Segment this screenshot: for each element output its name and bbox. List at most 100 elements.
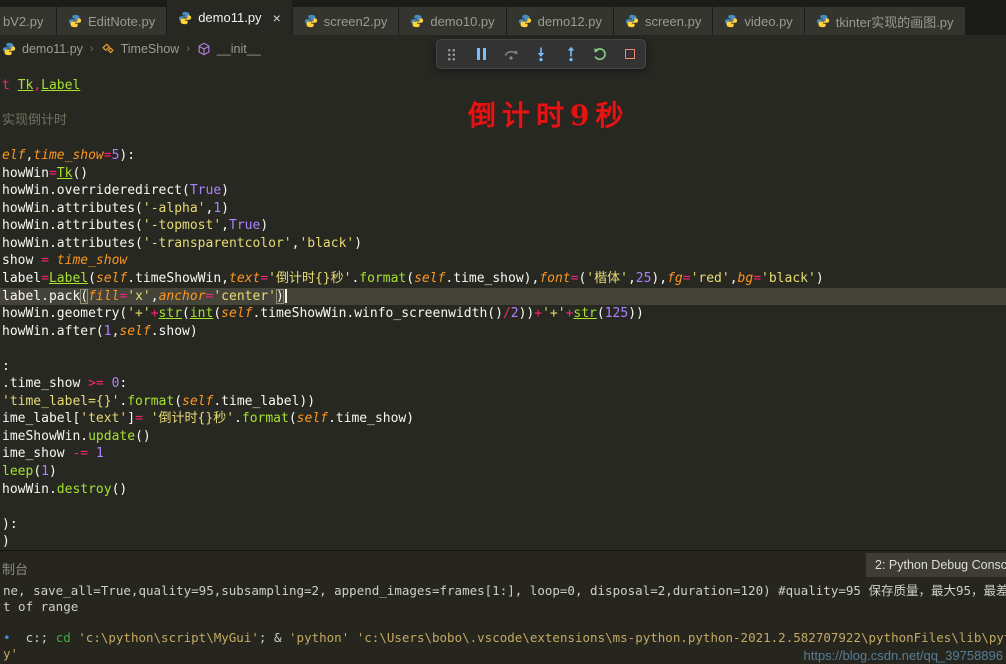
code-token: ) bbox=[2, 534, 10, 549]
breadcrumb-file[interactable]: demo11.py bbox=[22, 42, 83, 56]
code-token: time_show bbox=[33, 148, 103, 163]
code-token: ( bbox=[406, 271, 414, 286]
code-line[interactable]: howWin.destroy() bbox=[0, 481, 1006, 499]
code-token: .time_show bbox=[2, 376, 88, 391]
code-token: fg bbox=[667, 271, 683, 286]
pause-button[interactable] bbox=[470, 42, 494, 66]
code-line[interactable]: : bbox=[0, 358, 1006, 376]
code-token: Tk bbox=[18, 78, 34, 93]
code-token: 1 bbox=[96, 446, 104, 461]
code-line[interactable]: imeShowWin.update() bbox=[0, 428, 1006, 446]
tab[interactable]: EditNote.py bbox=[57, 7, 166, 35]
code-token: y' bbox=[3, 646, 18, 661]
code-line[interactable]: howWin.geometry('+'+str(int(self.timeSho… bbox=[0, 305, 1006, 323]
step-out-icon bbox=[563, 46, 579, 62]
code-line[interactable]: t Tk,Label bbox=[0, 77, 1006, 95]
code-token: format bbox=[359, 271, 406, 286]
code-token: ( bbox=[213, 306, 221, 321]
tab[interactable]: demo12.py bbox=[507, 7, 613, 35]
code-line[interactable]: elf,time_show=5): bbox=[0, 147, 1006, 165]
step-over-button[interactable] bbox=[499, 42, 523, 66]
code-token: ), bbox=[651, 271, 667, 286]
stop-button[interactable] bbox=[618, 42, 642, 66]
code-line[interactable]: ime_label['text']= '倒计时{}秒'.format(self.… bbox=[0, 410, 1006, 428]
tab-label: screen2.py bbox=[324, 14, 388, 29]
tab[interactable]: demo10.py bbox=[399, 7, 505, 35]
tab-label: demo12.py bbox=[538, 14, 602, 29]
code-token: ) bbox=[260, 218, 268, 233]
code-token: ; bbox=[259, 630, 274, 645]
code-token: ) bbox=[221, 183, 229, 198]
tab[interactable]: screen.py bbox=[614, 7, 712, 35]
code-line[interactable]: howWin.attributes('-transparentcolor','b… bbox=[0, 235, 1006, 253]
code-line[interactable]: ime_show -= 1 bbox=[0, 445, 1006, 463]
code-token: '-topmost' bbox=[143, 218, 221, 233]
code-line[interactable]: 'time_label={}'.format(self.time_label)) bbox=[0, 393, 1006, 411]
python-file-icon bbox=[2, 42, 16, 56]
code-line[interactable]: howWin.attributes('-alpha',1) bbox=[0, 200, 1006, 218]
code-token: '倒计时{}秒' bbox=[151, 411, 234, 426]
method-icon bbox=[197, 42, 211, 56]
code-token: ( bbox=[80, 289, 88, 304]
tab[interactable]: video.py bbox=[713, 7, 803, 35]
breadcrumb-class[interactable]: TimeShow bbox=[121, 42, 180, 56]
breadcrumb-method[interactable]: __init__ bbox=[217, 42, 261, 56]
code-token: self bbox=[182, 394, 213, 409]
code-token: + bbox=[534, 306, 542, 321]
code-token: fill bbox=[88, 289, 119, 304]
code-token: howWin bbox=[2, 166, 49, 181]
code-token: ) bbox=[276, 289, 284, 304]
code-token: t bbox=[2, 78, 18, 93]
code-token: )) bbox=[628, 306, 644, 321]
code-token: 'black' bbox=[299, 236, 354, 251]
tab-label: video.py bbox=[744, 14, 792, 29]
class-icon bbox=[101, 42, 115, 56]
code-token: & bbox=[274, 630, 289, 645]
code-line[interactable]: label=Label(self.timeShowWin,text='倒计时{}… bbox=[0, 270, 1006, 288]
tab[interactable]: tkinter实现的画图.py bbox=[805, 7, 965, 35]
code-token: str bbox=[573, 306, 596, 321]
code-line[interactable]: ): bbox=[0, 516, 1006, 534]
code-token: anchor bbox=[159, 289, 206, 304]
code-line[interactable]: leep(1) bbox=[0, 463, 1006, 481]
code-line[interactable] bbox=[0, 340, 1006, 358]
code-token: 'c:\python\script\MyGui' bbox=[78, 630, 259, 645]
console-selector-dropdown[interactable]: 2: Python Debug Consc bbox=[866, 553, 1006, 577]
code-token: ): bbox=[2, 517, 18, 532]
code-line[interactable]: .time_show >= 0: bbox=[0, 375, 1006, 393]
countdown-overlay-text: 倒计时9秒 bbox=[468, 94, 629, 134]
code-line[interactable] bbox=[0, 498, 1006, 516]
code-token: self bbox=[96, 271, 127, 286]
code-token: , bbox=[33, 78, 41, 93]
code-token: .timeShowWin.winfo_screenwidth() bbox=[252, 306, 502, 321]
code-token: str bbox=[159, 306, 182, 321]
code-token: 1 bbox=[41, 464, 49, 479]
code-token: .show) bbox=[151, 324, 198, 339]
code-token: 25 bbox=[636, 271, 652, 286]
debug-toolbar bbox=[436, 39, 646, 69]
code-line-current[interactable]: label.pack(fill='x',anchor='center') bbox=[0, 288, 1006, 306]
tab-label: bV2.py bbox=[3, 14, 43, 29]
code-line[interactable]: ) bbox=[0, 533, 1006, 549]
code-token: )) bbox=[519, 306, 535, 321]
code-line[interactable]: howWin=Tk() bbox=[0, 165, 1006, 183]
step-out-button[interactable] bbox=[559, 42, 583, 66]
code-token: • bbox=[3, 630, 26, 645]
code-token: '-alpha' bbox=[143, 201, 206, 216]
code-line[interactable]: howWin.overrideredirect(True) bbox=[0, 182, 1006, 200]
panel-tab-debug-console[interactable]: 制台 bbox=[2, 559, 28, 578]
step-into-button[interactable] bbox=[529, 42, 553, 66]
restart-button[interactable] bbox=[588, 42, 612, 66]
tab[interactable]: bV2.py bbox=[0, 7, 56, 35]
tab-active[interactable]: demo11.py× bbox=[167, 0, 292, 35]
step-into-icon bbox=[533, 46, 549, 62]
code-token: 'x' bbox=[127, 289, 150, 304]
close-icon[interactable]: × bbox=[273, 11, 281, 25]
tab[interactable]: screen2.py bbox=[293, 7, 399, 35]
toolbar-drag-handle-icon[interactable] bbox=[440, 42, 464, 66]
code-editor[interactable]: t Tk,Label实现倒计时elf,time_show=5):howWin=T… bbox=[0, 62, 1006, 549]
code-token: () bbox=[112, 482, 128, 497]
code-line[interactable]: howWin.attributes('-topmost',True) bbox=[0, 217, 1006, 235]
code-line[interactable]: show = time_show bbox=[0, 252, 1006, 270]
code-line[interactable]: howWin.after(1,self.show) bbox=[0, 323, 1006, 341]
